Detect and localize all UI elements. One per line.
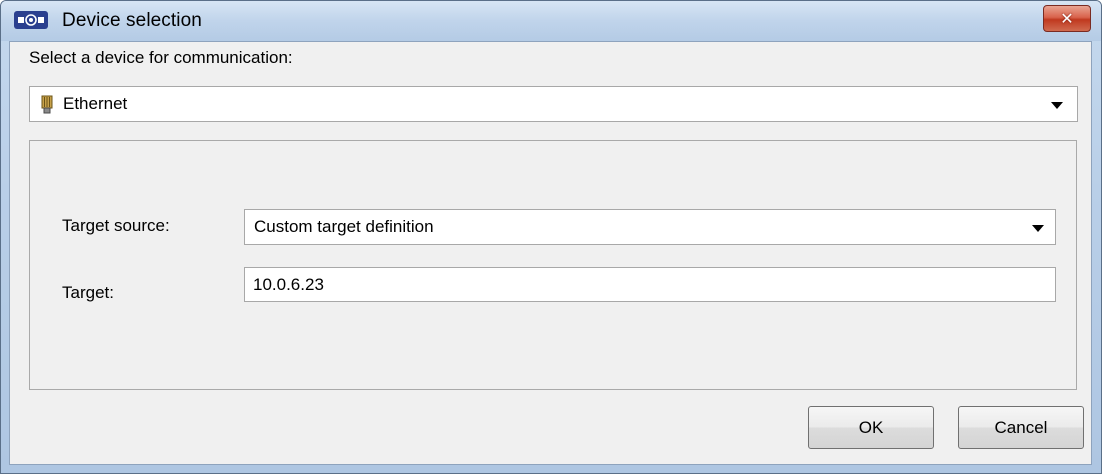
target-source-value: Custom target definition xyxy=(254,217,434,236)
title-bar[interactable]: Device selection ✕ xyxy=(1,1,1101,41)
ethernet-connector-icon xyxy=(41,95,53,114)
target-source-dropdown[interactable]: Custom target definition xyxy=(244,209,1056,245)
device-prompt-label: Select a device for communication: xyxy=(29,48,293,67)
device-dropdown[interactable]: Ethernet xyxy=(29,86,1078,122)
target-input[interactable] xyxy=(244,267,1056,302)
chevron-down-icon[interactable] xyxy=(1032,225,1044,232)
device-manager-icon xyxy=(14,11,48,29)
chevron-down-icon[interactable] xyxy=(1051,102,1063,109)
cancel-button[interactable]: Cancel xyxy=(958,406,1084,449)
target-source-label: Target source: xyxy=(62,216,170,235)
target-settings-panel xyxy=(29,140,1077,390)
close-icon: ✕ xyxy=(1060,9,1074,28)
target-label: Target: xyxy=(62,283,114,302)
close-button[interactable]: ✕ xyxy=(1043,5,1091,32)
ok-button[interactable]: OK xyxy=(808,406,934,449)
window-title: Device selection xyxy=(62,10,202,31)
device-dropdown-value: Ethernet xyxy=(63,94,128,113)
